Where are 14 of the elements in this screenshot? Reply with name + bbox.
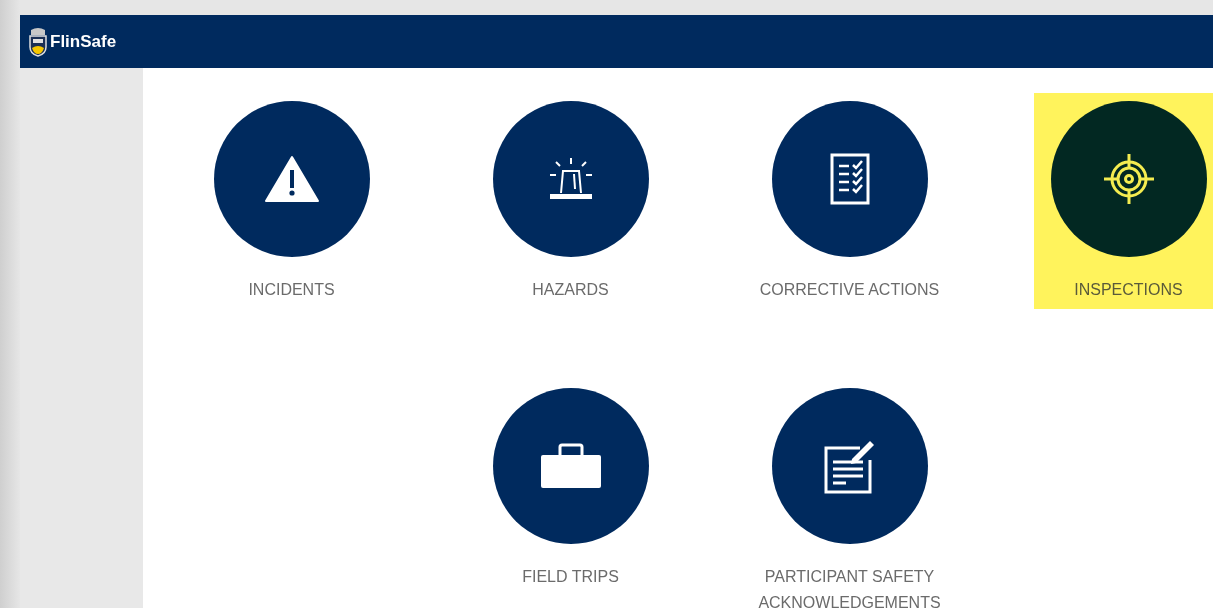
module-tile[interactable]: INCIDENTS — [196, 93, 387, 309]
checklist-icon — [829, 153, 870, 205]
module-tile[interactable]: HAZARDS — [475, 93, 666, 309]
document-pen-icon — [823, 438, 876, 494]
module-tile[interactable]: CORRECTIVE ACTIONS — [754, 93, 945, 309]
module-tile[interactable]: INSPECTIONS — [1033, 93, 1213, 309]
beacon-icon — [547, 157, 594, 201]
module-tile[interactable]: PARTICIPANT SAFETY ACKNOWLEDGEMENTS — [754, 380, 945, 608]
app-name: FlinSafe — [50, 31, 117, 52]
module-tile[interactable]: FIELD TRIPS — [475, 380, 666, 608]
warning-icon — [263, 155, 320, 203]
logo-icon — [28, 26, 48, 57]
briefcase-icon — [539, 443, 602, 489]
target-icon — [1102, 153, 1155, 205]
